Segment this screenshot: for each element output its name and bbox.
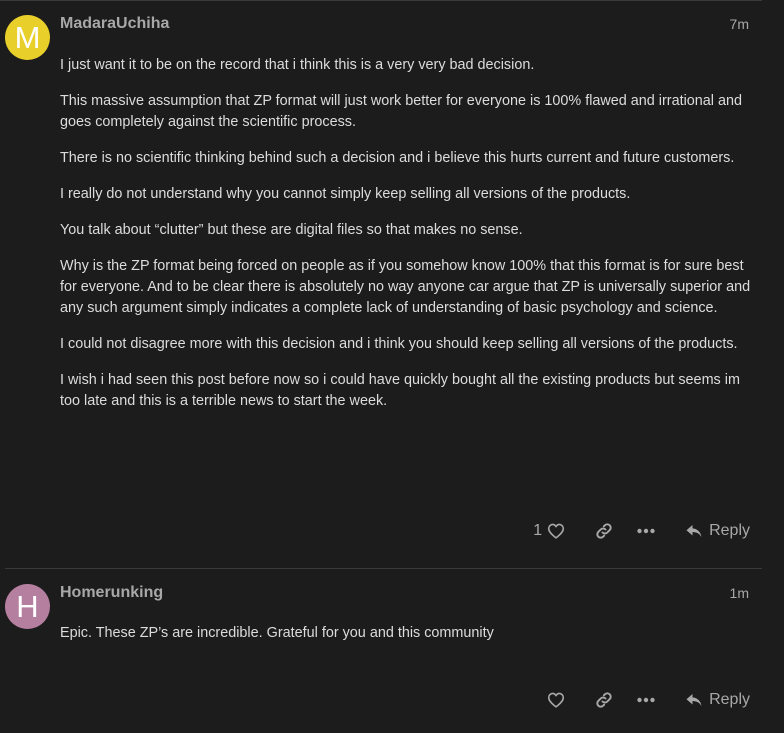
username[interactable]: MadaraUchiha [60,15,169,33]
like-button[interactable]: 1 [533,522,565,540]
reply-button[interactable]: Reply [685,522,750,540]
username[interactable]: Homerunking [60,584,163,602]
paragraph: I wish i had seen this post before now s… [60,372,740,409]
avatar[interactable]: H [5,584,50,629]
more-options-button[interactable] [637,697,655,703]
ellipsis-icon [637,528,655,534]
ellipsis-icon [637,697,655,703]
avatar-letter: M [14,19,41,55]
avatar[interactable]: M [5,15,50,60]
reply-arrow-icon [686,694,702,706]
post-actions: Reply [547,685,750,715]
like-count: 1 [533,522,543,539]
share-link-button[interactable] [595,691,613,709]
paragraph: I could not disagree more with this deci… [60,336,738,352]
post-time[interactable]: 7m [730,16,749,32]
paragraph: You talk about “clutter” but these are d… [60,222,523,238]
paragraph: I really do not understand why you canno… [60,186,631,202]
reply-label: Reply [709,522,750,539]
share-link-button[interactable] [595,522,613,540]
link-icon [596,692,612,708]
avatar-letter: H [16,588,39,624]
paragraph: Epic. These ZP’s are incredible. Gratefu… [60,625,494,641]
more-options-button[interactable] [637,528,655,534]
paragraph: This massive assumption that ZP format w… [60,93,742,130]
heart-icon [548,692,565,708]
link-icon [596,523,612,539]
heart-icon [548,523,565,539]
post-body: I just want it to be on the record that … [60,55,760,427]
post-body: Epic. These ZP’s are incredible. Gratefu… [60,623,760,659]
post-time[interactable]: 1m [730,585,749,601]
like-button[interactable] [547,692,565,708]
paragraph: I just want it to be on the record that … [60,57,535,73]
reply-label: Reply [709,691,750,708]
top-divider [0,0,762,1]
reply-arrow-icon [686,525,702,537]
reply-button[interactable]: Reply [685,691,750,709]
post-divider [5,568,762,569]
paragraph: Why is the ZP format being forced on peo… [60,258,751,316]
post-actions: 1 Reply [533,516,750,546]
paragraph: There is no scientific thinking behind s… [60,150,735,166]
